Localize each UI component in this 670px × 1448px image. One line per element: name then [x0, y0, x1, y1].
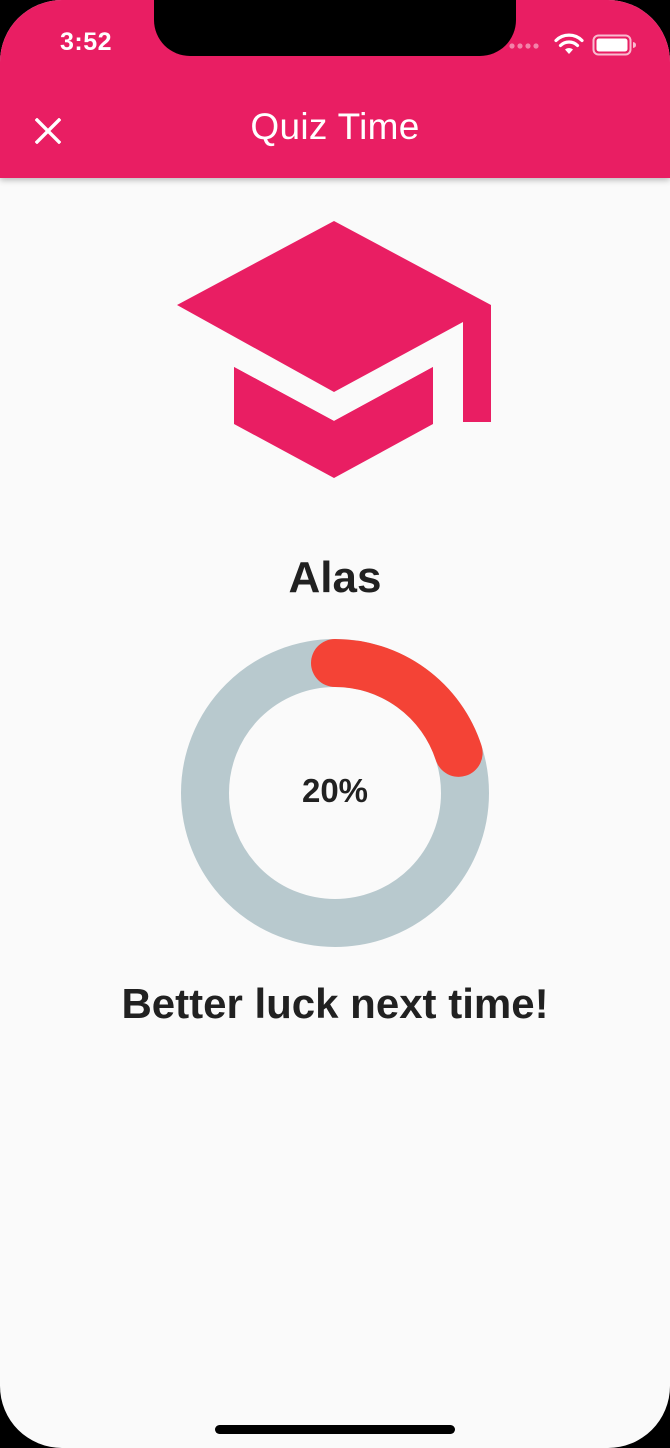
phone-screen: 3:52 Quiz Time Alas 20% Better luck next…: [0, 0, 670, 1448]
progress-arc: [311, 639, 483, 777]
graduation-cap-icon: [177, 221, 491, 478]
cellular-signal-icon: [509, 43, 539, 49]
status-time: 3:52: [60, 28, 113, 56]
app-bar-title: Quiz Time: [250, 106, 420, 147]
battery-icon: [592, 34, 636, 56]
result-message: Better luck next time!: [121, 980, 549, 1027]
result-title: Alas: [288, 553, 382, 602]
status-icons: [508, 30, 638, 60]
wifi-icon: [554, 33, 584, 54]
device-notch: [154, 0, 516, 56]
home-indicator[interactable]: [215, 1425, 455, 1434]
score-percent-label: 20%: [301, 772, 369, 809]
